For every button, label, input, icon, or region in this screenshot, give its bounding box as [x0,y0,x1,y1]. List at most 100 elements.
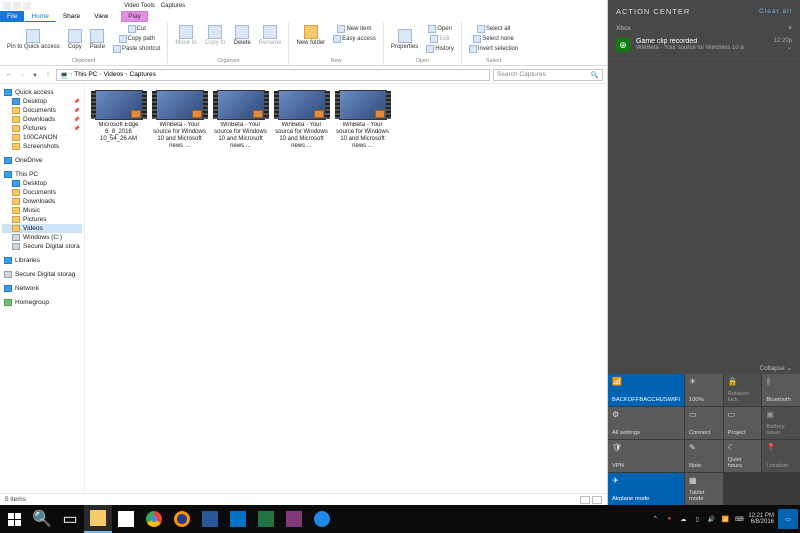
file-list[interactable]: Microsoft Edge 6_8_2016 10_54_26 AMWinBe… [85,84,607,493]
tab-file[interactable]: File [0,11,24,22]
nav-network[interactable]: Network [2,284,82,293]
file-item[interactable]: WinBeta - Your source for Windows 10 and… [274,90,329,150]
nav-desktop[interactable]: Desktop📌 [2,97,82,106]
breadcrumb-this-pc[interactable]: This PC [74,71,97,78]
start-button[interactable] [0,505,28,533]
invert-selection-button[interactable]: Invert selection [466,44,521,54]
quick-action-tile[interactable]: ✎Note [685,440,723,472]
file-item[interactable]: WinBeta - Your source for Windows 10 and… [213,90,268,150]
nav-homegroup[interactable]: Homegroup [2,298,82,307]
tab-home[interactable]: Home [24,11,55,22]
quick-action-tile[interactable]: 📍Location [762,440,800,472]
thumbnails-view-button[interactable] [592,496,602,504]
breadcrumb-videos[interactable]: Videos [104,71,124,78]
file-item[interactable]: Microsoft Edge 6_8_2016 10_54_26 AM [91,90,146,150]
quick-action-tile[interactable]: ▣Battery saver [762,407,800,439]
copy-path-button[interactable]: Copy path [110,34,163,44]
onedrive-tray-icon[interactable]: ☁ [678,514,688,524]
nav-c-drive[interactable]: Windows (C:) [2,233,82,242]
nav-documents[interactable]: Documents📌 [2,106,82,115]
collapse-button[interactable]: Collapse ⌄ [608,362,800,374]
breadcrumb[interactable]: 💻 › This PC › Videos › Captures [56,69,490,81]
volume-icon[interactable]: 🔊 [706,514,716,524]
quick-action-tile[interactable]: ▭Connect [685,407,723,439]
taskbar-store[interactable] [112,505,140,533]
clear-all-button[interactable]: Clear all [759,8,792,15]
battery-icon[interactable]: ▯ [692,514,702,524]
window-titlebar[interactable]: Video Tools Captures [0,0,607,11]
taskbar-chrome[interactable] [140,505,168,533]
paste-shortcut-button[interactable]: Paste shortcut [110,44,163,54]
properties-button[interactable]: Properties [388,24,421,54]
quick-action-tile[interactable]: ✈Airplane mode [608,473,684,505]
taskbar-file-explorer[interactable] [84,505,112,533]
quick-action-tile[interactable]: 🛡VPN [608,440,684,472]
navigation-pane[interactable]: Quick access Desktop📌 Documents📌 Downloa… [0,84,85,493]
rename-button[interactable]: Rename [256,24,285,47]
quick-action-tile[interactable]: ☾Quiet hours [724,440,762,472]
search-button[interactable]: 🔍 [28,505,56,533]
pin-quick-access-button[interactable]: Pin to Quick access [4,24,63,54]
tab-share[interactable]: Share [56,11,87,22]
nav-music[interactable]: Music [2,206,82,215]
quick-action-tile[interactable]: ▦Tablet mode [685,473,723,505]
quick-action-tile[interactable]: ☀100% [685,374,723,406]
nav-videos[interactable]: Videos [2,224,82,233]
taskbar-firefox[interactable] [168,505,196,533]
taskbar-excel[interactable] [252,505,280,533]
new-folder-button[interactable]: New folder [293,24,328,47]
quick-action-tile[interactable]: ▭Project [724,407,762,439]
new-item-button[interactable]: New item [330,24,379,34]
properties-icon[interactable] [13,2,21,10]
nav-pictures-2[interactable]: Pictures [2,215,82,224]
copy-button[interactable]: Copy [65,24,85,54]
paste-button[interactable]: Paste [87,24,108,54]
close-icon[interactable]: × [788,25,792,32]
back-button[interactable]: ← [4,70,14,80]
select-none-button[interactable]: Select none [466,34,521,44]
breadcrumb-captures[interactable]: Captures [130,71,156,78]
nav-desktop-2[interactable]: Desktop [2,179,82,188]
tab-play[interactable]: Play [121,11,148,22]
up-button[interactable]: ↑ [43,70,53,80]
cut-button[interactable]: Cut [110,24,163,34]
nav-quick-access[interactable]: Quick access [2,88,82,97]
history-button[interactable]: History [423,44,457,54]
tray-icon[interactable]: ● [664,514,674,524]
taskbar-ie[interactable] [308,505,336,533]
nav-sd-card-2[interactable]: Secure Digital storag [2,270,82,279]
notification-item[interactable]: ⊕ Game clip recorded WinBeta - Your sour… [608,34,800,59]
nav-screenshots[interactable]: Screenshots [2,142,82,151]
easy-access-button[interactable]: Easy access [330,34,379,44]
details-view-button[interactable] [580,496,590,504]
chevron-down-icon[interactable]: ⌄ [774,44,792,51]
tray-overflow-button[interactable]: ^ [650,514,660,524]
nav-documents-2[interactable]: Documents [2,188,82,197]
copy-to-button[interactable]: Copy to [202,24,229,47]
notif-group-header[interactable]: Xbox × [608,22,800,34]
wifi-icon[interactable]: 📶 [720,514,730,524]
nav-sd-card[interactable]: Secure Digital stora [2,242,82,251]
nav-100canon[interactable]: 100CANON [2,133,82,142]
action-center-button[interactable]: ▭ [778,509,798,529]
quick-action-tile[interactable]: 📶BACKOFFBACCHUSWIFI [608,374,684,406]
quick-action-tile[interactable]: ᛒBluetooth [762,374,800,406]
edit-button[interactable]: Edit [423,34,457,44]
nav-this-pc[interactable]: This PC [2,170,82,179]
file-item[interactable]: WinBeta - Your source for Windows 10 and… [152,90,207,150]
nav-downloads-2[interactable]: Downloads [2,197,82,206]
nav-pictures[interactable]: Pictures📌 [2,124,82,133]
forward-button[interactable]: → [17,70,27,80]
new-folder-icon[interactable] [23,2,31,10]
quick-action-tile[interactable]: ⚙All settings [608,407,684,439]
open-button[interactable]: Open [423,24,457,34]
select-all-button[interactable]: Select all [466,24,521,34]
keyboard-icon[interactable]: ⌨ [734,514,744,524]
nav-downloads[interactable]: Downloads📌 [2,115,82,124]
taskbar-word[interactable] [196,505,224,533]
nav-onedrive[interactable]: OneDrive [2,156,82,165]
taskbar-onenote[interactable] [280,505,308,533]
quick-action-tile[interactable]: 🔒Rotation lock [724,374,762,406]
clock[interactable]: 12:21 PM 6/8/2016 [748,513,774,526]
task-view-button[interactable]: ▭ [56,505,84,533]
